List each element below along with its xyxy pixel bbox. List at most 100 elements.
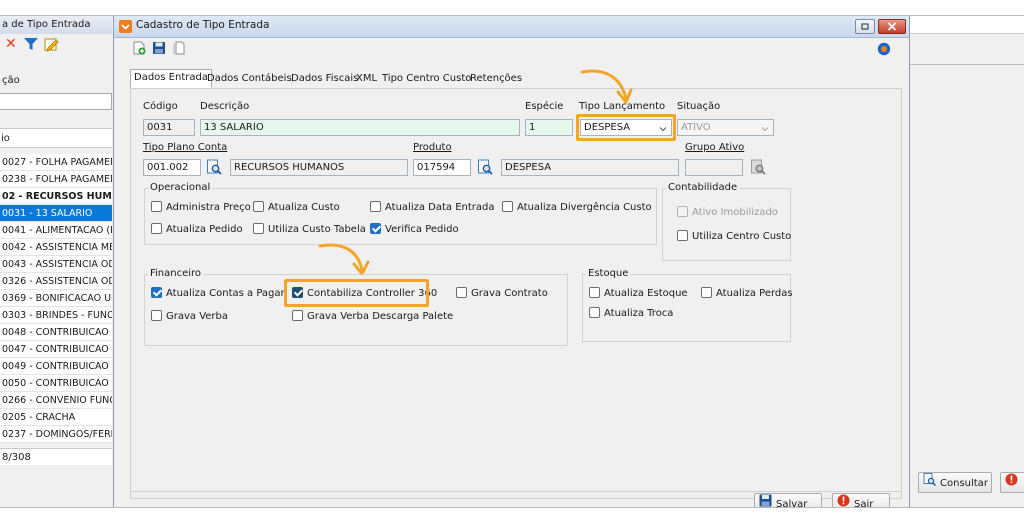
consult-button[interactable]: Consultar bbox=[918, 472, 992, 493]
situacao-label: Situação bbox=[677, 101, 721, 112]
checkbox-box bbox=[151, 201, 162, 212]
checkbox-box bbox=[589, 307, 600, 318]
tab-retencoes[interactable]: Retenções bbox=[466, 70, 526, 87]
checkbox-box bbox=[370, 223, 381, 234]
utiliza-custo-tabela-checkbox[interactable]: Utiliza Custo Tabela bbox=[253, 223, 366, 237]
produto-label[interactable]: Produto bbox=[413, 142, 452, 153]
checkbox-box bbox=[151, 310, 162, 321]
utiliza-centro-custo-checkbox[interactable]: Utiliza Centro Custo bbox=[677, 230, 791, 244]
screen-frame: a de Tipo Entrada ✕ ção io 0027 - FOLHA … bbox=[0, 15, 1024, 508]
tab-dados-entrada[interactable]: Dados Entrada bbox=[130, 69, 212, 88]
list-item[interactable]: 0049 - CONTRIBUICAO SI bbox=[0, 358, 112, 375]
footer-separator bbox=[130, 491, 902, 492]
new-record-icon[interactable] bbox=[132, 41, 146, 58]
list-item[interactable]: 0047 - CONTRIBUICAO CO bbox=[0, 341, 112, 358]
checkbox-box bbox=[456, 287, 467, 298]
search-lookup-icon[interactable] bbox=[206, 159, 222, 175]
codigo-label: Código bbox=[143, 101, 178, 112]
filter-icon[interactable] bbox=[24, 38, 38, 55]
grava-contrato-checkbox[interactable]: Grava Contrato bbox=[456, 287, 548, 301]
descricao-field[interactable]: 13 SALARIO bbox=[200, 119, 520, 136]
tab-dados-contabeis[interactable]: Dados Contábeis bbox=[203, 70, 296, 87]
tipo-plano-conta-code[interactable]: 001.002 bbox=[143, 159, 201, 176]
list-item[interactable]: 02 - RECURSOS HUMANOS bbox=[0, 188, 112, 205]
copy-document-icon[interactable] bbox=[172, 41, 186, 58]
background-window-title: a de Tipo Entrada bbox=[0, 16, 112, 34]
checkbox-label: Atualiza Troca bbox=[604, 308, 674, 319]
grupo-ativo-lookup-icon[interactable] bbox=[750, 159, 766, 175]
background-list: 0027 - FOLHA PAGAMENTO0238 - FOLHA PAGAM… bbox=[0, 154, 112, 443]
list-item[interactable]: 0043 - ASSISTENCIA ODO bbox=[0, 256, 112, 273]
atualiza-pedido-checkbox[interactable]: Atualiza Pedido bbox=[151, 223, 243, 237]
grava-verba-descarga-palete-checkbox[interactable]: Grava Verba Descarga Palete bbox=[292, 310, 453, 324]
tab-xml[interactable]: XML bbox=[352, 70, 381, 87]
checkbox-label: Atualiza Data Entrada bbox=[385, 202, 495, 213]
administra-preco-checkbox[interactable]: Administra Preço bbox=[151, 201, 251, 215]
tab-tipo-centro-custo[interactable]: Tipo Centro Custo bbox=[378, 70, 475, 87]
list-item[interactable]: 0041 - ALIMENTACAO (LO bbox=[0, 222, 112, 239]
verifica-pedido-checkbox[interactable]: Verifica Pedido bbox=[370, 223, 459, 237]
cadastro-tipo-entrada-dialog: Cadastro de Tipo Entrada Dados Entrada D… bbox=[113, 16, 910, 507]
close-button[interactable] bbox=[878, 19, 906, 34]
list-item[interactable]: 0369 - BONIFICACAO UNI bbox=[0, 290, 112, 307]
list-item[interactable]: 0266 - CONVENIO FUNCIO bbox=[0, 392, 112, 409]
checkbox-label: Utiliza Centro Custo bbox=[692, 231, 792, 242]
grupo-ativo-label[interactable]: Grupo Ativo bbox=[685, 142, 744, 153]
especie-label: Espécie bbox=[525, 101, 564, 112]
background-column-header[interactable]: io bbox=[0, 128, 112, 148]
edit-icon[interactable] bbox=[44, 37, 59, 56]
grava-verba-checkbox[interactable]: Grava Verba bbox=[151, 310, 228, 324]
list-item[interactable]: 0031 - 13 SALARIO bbox=[0, 205, 112, 222]
save-disk-icon[interactable] bbox=[152, 41, 166, 58]
background-search-input[interactable] bbox=[0, 93, 112, 110]
dialog-title: Cadastro de Tipo Entrada bbox=[136, 19, 270, 31]
atualiza-divergencia-custo-checkbox[interactable]: Atualiza Divergência Custo bbox=[502, 201, 652, 215]
exit-button[interactable]: Sair bbox=[832, 493, 890, 507]
list-item[interactable]: 0027 - FOLHA PAGAMENTO bbox=[0, 154, 112, 171]
chevron-down-icon bbox=[761, 123, 769, 135]
list-item[interactable]: 0050 - CONTRIBUICAO SI bbox=[0, 375, 112, 392]
restore-button[interactable] bbox=[855, 19, 875, 34]
checkbox-box bbox=[292, 310, 303, 321]
atualiza-data-entrada-checkbox[interactable]: Atualiza Data Entrada bbox=[370, 201, 495, 215]
atualiza-contas-a-pagar-checkbox[interactable]: Atualiza Contas a Pagar bbox=[151, 287, 285, 301]
especie-field[interactable]: 1 bbox=[525, 119, 573, 136]
checkbox-label: Atualiza Custo bbox=[268, 202, 340, 213]
list-item[interactable]: 0042 - ASSISTENCIA MEDI bbox=[0, 239, 112, 256]
list-item[interactable]: 0238 - FOLHA PAGAMENTO bbox=[0, 171, 112, 188]
operacional-title: Operacional bbox=[148, 182, 213, 193]
dialog-titlebar[interactable]: Cadastro de Tipo Entrada bbox=[114, 16, 909, 38]
codigo-field[interactable]: 0031 bbox=[143, 119, 195, 136]
produto-description: DESPESA bbox=[501, 159, 679, 176]
checkbox-label: Atualiza Contas a Pagar bbox=[166, 288, 285, 299]
list-item[interactable]: 0205 - CRACHA bbox=[0, 409, 112, 426]
save-button[interactable]: Salvar bbox=[754, 493, 822, 507]
delete-icon[interactable]: ✕ bbox=[5, 36, 17, 52]
list-item[interactable]: 0303 - BRINDES - FUNCIO bbox=[0, 307, 112, 324]
situacao-select[interactable]: ATIVO bbox=[677, 119, 774, 136]
list-item[interactable]: 0048 - CONTRIBUICAO AS bbox=[0, 324, 112, 341]
checkbox-label: Utiliza Custo Tabela bbox=[268, 224, 366, 235]
tipo-plano-conta-label[interactable]: Tipo Plano Conta bbox=[143, 142, 227, 153]
estoque-title: Estoque bbox=[586, 268, 631, 279]
situacao-value: ATIVO bbox=[681, 122, 711, 133]
ativo-imobilizado-checkbox[interactable]: Ativo Imobilizado bbox=[677, 206, 778, 220]
help-icon[interactable] bbox=[877, 42, 891, 59]
contabilidade-title: Contabilidade bbox=[666, 182, 740, 193]
descricao-label: Descrição bbox=[200, 101, 250, 112]
list-item[interactable]: 0237 - DOMINGOS/FERIAD bbox=[0, 426, 112, 443]
pointer-arrow-icon bbox=[576, 66, 636, 111]
background-window-separator bbox=[910, 64, 1024, 65]
atualiza-custo-checkbox[interactable]: Atualiza Custo bbox=[253, 201, 340, 215]
checkbox-label: Atualiza Divergência Custo bbox=[517, 202, 652, 213]
search-lookup-icon[interactable] bbox=[477, 159, 493, 175]
background-window-titlebar-right bbox=[910, 16, 1024, 34]
produto-code[interactable]: 017594 bbox=[413, 159, 471, 176]
checkbox-label: Administra Preço bbox=[166, 202, 251, 213]
background-exit-button[interactable] bbox=[1000, 472, 1024, 493]
atualiza-estoque-checkbox[interactable]: Atualiza Estoque bbox=[589, 287, 688, 301]
list-item[interactable]: 0326 - ASSISTENCIA ODO bbox=[0, 273, 112, 290]
atualiza-perdas-checkbox[interactable]: Atualiza Perdas bbox=[701, 287, 793, 301]
grupo-ativo-field[interactable] bbox=[685, 159, 743, 176]
atualiza-troca-checkbox[interactable]: Atualiza Troca bbox=[589, 307, 673, 321]
